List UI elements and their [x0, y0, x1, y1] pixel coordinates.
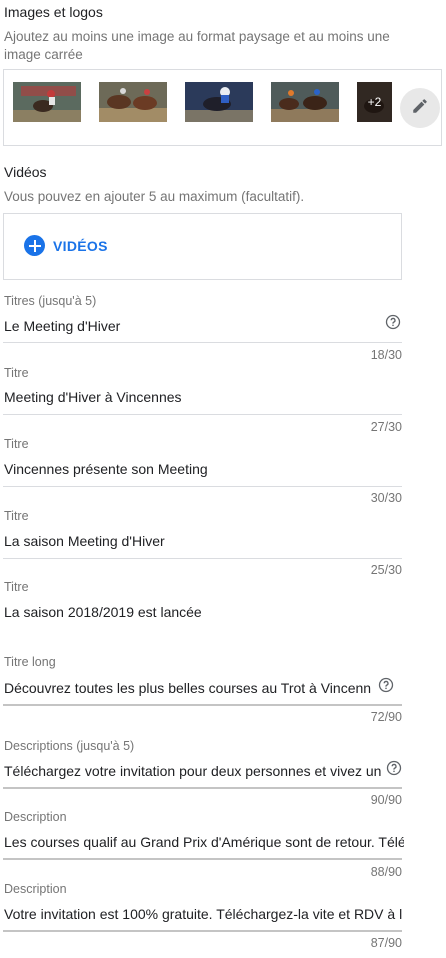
description-underline-2	[3, 858, 402, 860]
headline-counter-2: 27/30	[370, 420, 402, 434]
headline-input-5[interactable]: La saison 2018/2019 est lancée	[4, 604, 394, 620]
headline-label-3: Titre	[4, 437, 29, 451]
pencil-icon	[411, 97, 429, 120]
videos-section-title: Vidéos	[4, 164, 47, 180]
headline-label-2: Titre	[4, 366, 29, 380]
images-hint: Ajoutez au moins une image au format pay…	[4, 29, 390, 62]
headline-underline-3	[3, 486, 402, 487]
headline-label-4: Titre	[4, 509, 29, 523]
horse-race-image-4[interactable]	[271, 82, 339, 122]
images-section-title: Images et logos	[4, 4, 103, 20]
headline-input-1[interactable]: Le Meeting d'Hiver	[4, 318, 374, 334]
headline-label-5: Titre	[4, 580, 29, 594]
headline-counter-3: 30/30	[370, 491, 402, 505]
help-icon[interactable]	[378, 677, 394, 693]
description-input-1[interactable]: Téléchargez votre invitation pour deux p…	[4, 763, 386, 779]
horse-race-image-5[interactable]: +2	[357, 82, 392, 122]
horse-race-image-3[interactable]	[185, 82, 253, 122]
description-label-3: Description	[4, 882, 67, 896]
headline-input-2[interactable]: Meeting d'Hiver à Vincennes	[4, 389, 394, 405]
headline-label-1: Titres (jusqu'à 5)	[4, 294, 97, 308]
add-circle-icon	[24, 235, 45, 256]
headline-counter-1: 18/30	[370, 348, 402, 362]
description-underline-3	[3, 930, 402, 932]
description-input-3[interactable]: Votre invitation est 100% gratuite. Télé…	[4, 906, 404, 922]
horse-race-image-2[interactable]	[99, 82, 167, 122]
description-underline-1	[3, 787, 402, 789]
description-input-2[interactable]: Les courses qualif au Grand Prix d'Améri…	[4, 834, 404, 850]
help-icon[interactable]	[386, 760, 402, 776]
description-label-2: Description	[4, 810, 67, 824]
headline-input-4[interactable]: La saison Meeting d'Hiver	[4, 533, 394, 549]
long-headline-counter: 72/90	[370, 710, 402, 724]
add-video-label: VIDÉOS	[53, 237, 108, 254]
headline-underline-2	[3, 414, 402, 415]
videos-hint: Vous pouvez en ajouter 5 au maximum (fac…	[4, 189, 305, 204]
horse-race-image-1[interactable]	[13, 82, 81, 122]
long-headline-underline	[3, 704, 402, 706]
description-counter-2: 88/90	[370, 865, 402, 879]
long-headline-input[interactable]: Découvrez toutes les plus belles courses…	[4, 680, 376, 696]
edit-images-button[interactable]	[400, 88, 440, 128]
long-headline-label: Titre long	[4, 655, 56, 669]
add-video-button[interactable]: VIDÉOS	[24, 235, 108, 256]
headline-underline-1	[3, 342, 402, 343]
more-images-count: +2	[357, 82, 392, 122]
description-label-1: Descriptions (jusqu'à 5)	[4, 739, 135, 753]
headline-counter-4: 25/30	[370, 563, 402, 577]
description-counter-3: 87/90	[370, 936, 402, 950]
description-counter-1: 90/90	[370, 793, 402, 807]
headline-underline-4	[3, 558, 402, 559]
headline-input-3[interactable]: Vincennes présente son Meeting	[4, 461, 394, 477]
help-icon[interactable]	[385, 314, 401, 330]
